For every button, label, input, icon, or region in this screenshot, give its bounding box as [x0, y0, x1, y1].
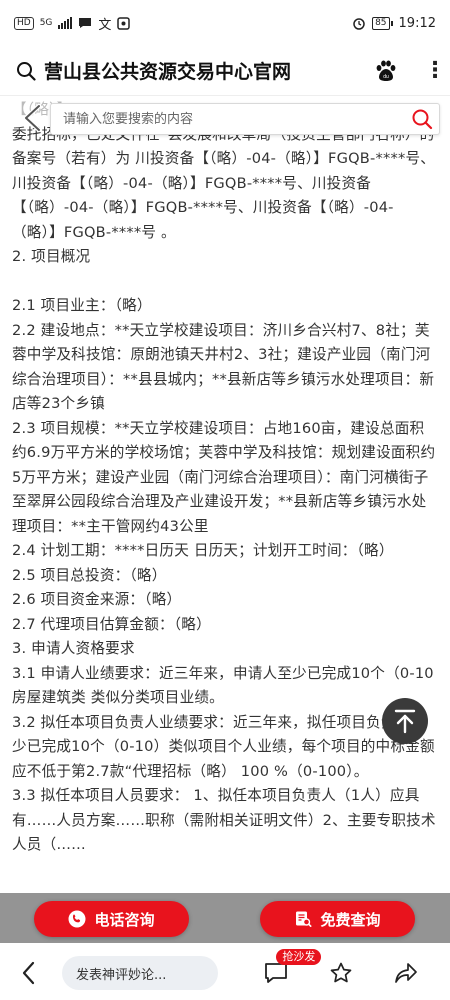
phone-consult-button[interactable]: 电话咨询 [34, 901, 189, 937]
article-paragraph: 3. 申请人资格要求 [12, 640, 135, 657]
status-right: 85 19:12 [352, 16, 436, 31]
free-query-label: 免费查询 [320, 910, 381, 929]
battery-level: 85 [372, 16, 390, 30]
hd-indicator: HD [14, 16, 34, 30]
status-left: HD 5G 文 [14, 14, 131, 33]
page-title: 营山县公共资源交易中心官网 [44, 61, 292, 83]
more-vertical-icon[interactable]: ⋮ [424, 58, 446, 83]
article-paragraph: 3.3 拟任本项目人员要求： 1、拟任本项目负责人（1人）应具有……人员方案……… [12, 787, 436, 853]
comment-icon [265, 963, 288, 983]
clock: 19:12 [398, 15, 436, 31]
article-paragraph: 2.7 代理项目估算金额：（略） [12, 615, 211, 633]
article-paragraph: 2.4 计划工期：****日历天 日历天；计划开工时间：（略） [12, 542, 394, 559]
comment-badge: 抢沙发 [276, 949, 322, 965]
comment-button[interactable]: 抢沙发 [262, 949, 322, 987]
article-paragraph: 2.3 项目规模：**天立学校建设项目：占地160亩，建设总面积约6.9万平方米… [12, 419, 436, 535]
alarm-icon [353, 18, 365, 30]
back-arrow-icon [23, 103, 42, 133]
arrow-up-icon [394, 709, 416, 734]
share-icon [394, 963, 417, 983]
article-paragraph: 2.1 项目业主：（略） [12, 297, 152, 314]
back-arrow-icon [22, 961, 35, 985]
article-paragraph: 2. 项目概况 [12, 248, 91, 265]
comment-placeholder: 发表神评妙论... [76, 967, 167, 983]
favorite-button[interactable] [327, 959, 355, 987]
nav-back-button[interactable] [12, 961, 44, 985]
search-icon[interactable] [411, 108, 433, 130]
search-icon[interactable] [16, 61, 36, 81]
article-paragraph: 2.2 建设地点：**天立学校建设项目：济川乡合兴村7、8社；芙蓉中学及科技馆：… [12, 321, 435, 413]
app-notification-icon [117, 16, 131, 30]
article-paragraph [12, 270, 438, 295]
status-bar: HD 5G 文 85 19:12 [0, 0, 450, 46]
article-paragraph: 2.6 项目资金来源：（略） [12, 591, 182, 608]
article-paragraph: 委托招标，已处文件在“县发展和改革局”（投资主管部门名称）的备案号（若有）为 川… [12, 125, 436, 241]
translate-icon: 文 [98, 17, 112, 33]
article-paragraph: 3.1 申请人业绩要求：近三年来，申请人至少已完成10个（0-10 房屋建筑类 … [12, 664, 439, 707]
star-icon [330, 962, 352, 983]
free-query-button[interactable]: 免费查询 [260, 901, 415, 937]
baidu-paw-icon[interactable]: du [374, 59, 398, 83]
article-paragraph: 3.2 拟任本项目负责人业绩要求：近三年来，拟任项目负责人至少已完成10个（0-… [12, 713, 435, 780]
app-header: 营山县公共资源交易中心官网 du ⋮ [0, 46, 450, 96]
comment-input[interactable]: 发表神评妙论... [62, 956, 218, 990]
share-button[interactable] [392, 959, 420, 987]
battery-icon: 85 [372, 16, 393, 30]
bottom-actions: 抢沙发 [218, 949, 438, 987]
document-search-icon [296, 911, 312, 927]
search-input[interactable] [61, 110, 411, 128]
svg-text:du: du [383, 74, 389, 80]
phone-icon [68, 910, 86, 928]
bottom-nav: 发表神评妙论... 抢沙发 [0, 946, 450, 1000]
phone-consult-label: 电话咨询 [94, 910, 155, 929]
network-type: 5G [39, 18, 53, 28]
article-paragraph: 2.5 项目总投资：（略） [12, 566, 167, 584]
search-bar [50, 103, 440, 135]
back-button[interactable] [12, 98, 52, 138]
signal-icon [58, 17, 73, 29]
message-icon [79, 18, 92, 28]
article-body: 【（略）】…… 委托招标，已处文件在“县发展和改革局”（投资主管部门名称）的备案… [0, 98, 450, 898]
scroll-top-button[interactable] [382, 698, 428, 744]
